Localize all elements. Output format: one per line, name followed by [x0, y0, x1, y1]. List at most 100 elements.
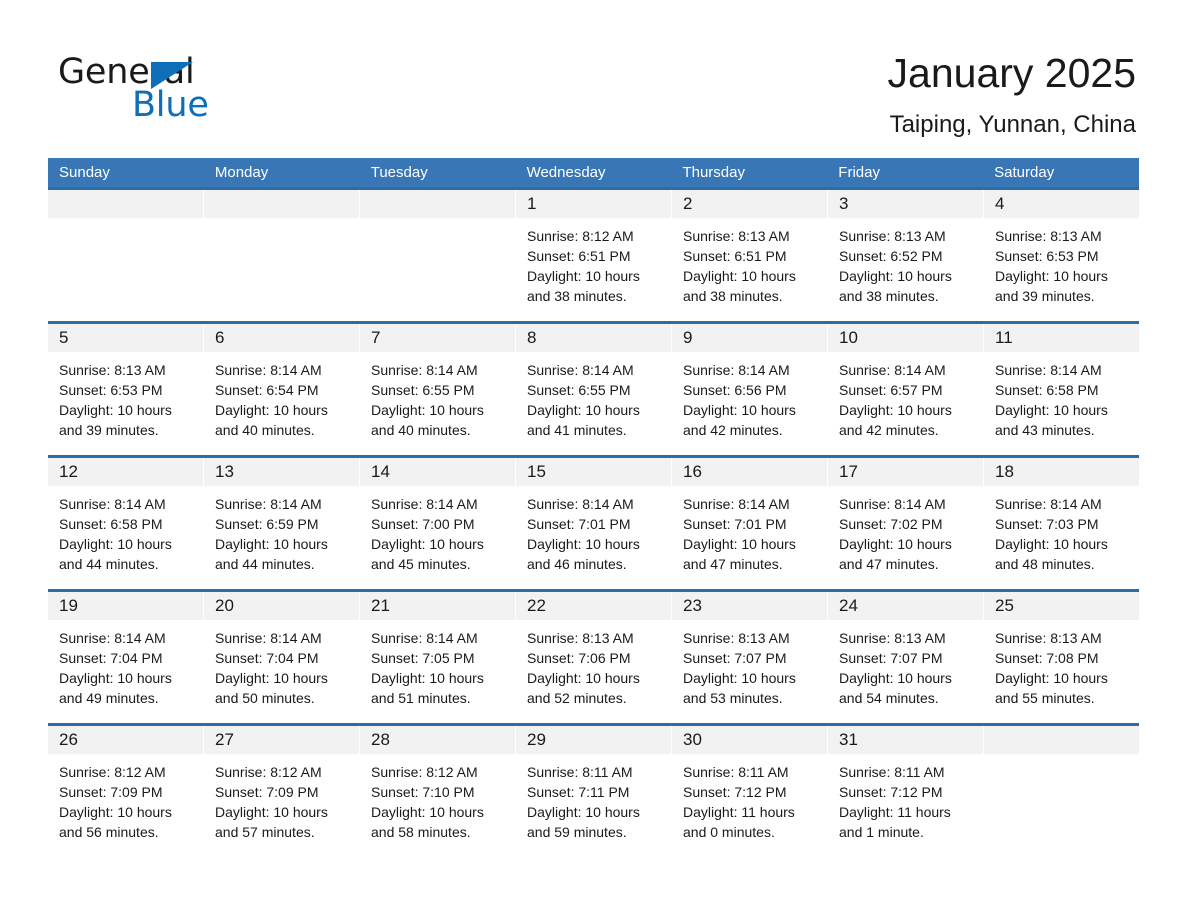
- day-cell-empty: [48, 190, 204, 319]
- day-cell[interactable]: 1 Sunrise: 8:12 AM Sunset: 6:51 PM Daylight…: [516, 190, 672, 319]
- day-cell[interactable]: 6 Sunrise: 8:14 AM Sunset: 6:54 PM Daylight…: [204, 324, 360, 453]
- day-info-line: Daylight: 10 hours: [527, 268, 640, 284]
- day-info: Sunrise: 8:12 AM Sunset: 6:51 PM Daylight:…: [516, 218, 671, 306]
- day-cell[interactable]: 27 Sunrise: 8:12 AM Sunset: 7:09 PM Dayligh…: [204, 726, 360, 855]
- day-cell[interactable]: 14 Sunrise: 8:14 AM Sunset: 7:00 PM Dayligh…: [360, 458, 516, 587]
- day-cell-empty: [360, 190, 516, 319]
- day-info-line: Sunset: 7:11 PM: [527, 784, 630, 800]
- day-number: 12: [59, 462, 78, 481]
- day-info-line: Daylight: 10 hours: [839, 268, 952, 284]
- day-cell[interactable]: 19 Sunrise: 8:14 AM Sunset: 7:04 PM Dayligh…: [48, 592, 204, 721]
- day-info-line: Daylight: 10 hours: [215, 536, 328, 552]
- day-info-line: Sunrise: 8:13 AM: [995, 228, 1102, 244]
- day-cell[interactable]: 22 Sunrise: 8:13 AM Sunset: 7:06 PM Dayligh…: [516, 592, 672, 721]
- day-cell[interactable]: 9 Sunrise: 8:14 AM Sunset: 6:56 PM Daylight…: [672, 324, 828, 453]
- day-info-line: and 50 minutes.: [215, 690, 315, 706]
- day-info-line: and 46 minutes.: [527, 556, 627, 572]
- day-cell[interactable]: 26 Sunrise: 8:12 AM Sunset: 7:09 PM Dayligh…: [48, 726, 204, 855]
- day-info: Sunrise: 8:13 AM Sunset: 6:53 PM Daylight:…: [984, 218, 1139, 306]
- day-info-line: and 45 minutes.: [371, 556, 471, 572]
- day-cell[interactable]: 3 Sunrise: 8:13 AM Sunset: 6:52 PM Daylight…: [828, 190, 984, 319]
- day-info-line: and 52 minutes.: [527, 690, 627, 706]
- day-cell[interactable]: 7 Sunrise: 8:14 AM Sunset: 6:55 PM Daylight…: [360, 324, 516, 453]
- day-cell[interactable]: 5 Sunrise: 8:13 AM Sunset: 6:53 PM Daylight…: [48, 324, 204, 453]
- day-number: 17: [839, 462, 858, 481]
- day-cell[interactable]: 31 Sunrise: 8:11 AM Sunset: 7:12 PM Dayligh…: [828, 726, 984, 855]
- day-cell[interactable]: 15 Sunrise: 8:14 AM Sunset: 7:01 PM Dayligh…: [516, 458, 672, 587]
- day-number-band: 30: [672, 726, 827, 754]
- day-cell[interactable]: 28 Sunrise: 8:12 AM Sunset: 7:10 PM Dayligh…: [360, 726, 516, 855]
- day-number: 20: [215, 596, 234, 615]
- day-cell[interactable]: 13 Sunrise: 8:14 AM Sunset: 6:59 PM Dayligh…: [204, 458, 360, 587]
- page-title: January 2025: [887, 50, 1136, 96]
- day-info-line: Sunset: 7:06 PM: [527, 650, 631, 666]
- day-info-line: Sunrise: 8:14 AM: [59, 496, 166, 512]
- day-info: Sunrise: 8:13 AM Sunset: 7:07 PM Daylight:…: [672, 620, 827, 708]
- day-info-line: Sunrise: 8:14 AM: [839, 362, 946, 378]
- calendar-page: General Blue January 2025 Taiping, Yunna…: [0, 0, 1188, 918]
- day-number-band: 20: [204, 592, 359, 620]
- day-cell[interactable]: 20 Sunrise: 8:14 AM Sunset: 7:04 PM Dayligh…: [204, 592, 360, 721]
- day-number-band: 4: [984, 190, 1139, 218]
- day-info-line: Daylight: 10 hours: [371, 402, 484, 418]
- day-cell[interactable]: 8 Sunrise: 8:14 AM Sunset: 6:55 PM Daylight…: [516, 324, 672, 453]
- day-info: Sunrise: 8:14 AM Sunset: 6:58 PM Daylight:…: [48, 486, 203, 574]
- day-cell[interactable]: 10 Sunrise: 8:14 AM Sunset: 6:57 PM Dayligh…: [828, 324, 984, 453]
- day-info: Sunrise: 8:14 AM Sunset: 6:57 PM Daylight:…: [828, 352, 983, 440]
- day-cell[interactable]: 25 Sunrise: 8:13 AM Sunset: 7:08 PM Dayligh…: [984, 592, 1139, 721]
- day-info: Sunrise: 8:13 AM Sunset: 7:06 PM Daylight:…: [516, 620, 671, 708]
- day-info: Sunrise: 8:14 AM Sunset: 7:02 PM Daylight:…: [828, 486, 983, 574]
- calendar-week-row: 1 Sunrise: 8:12 AM Sunset: 6:51 PM Daylight…: [48, 187, 1139, 319]
- day-cell[interactable]: 2 Sunrise: 8:13 AM Sunset: 6:51 PM Daylight…: [672, 190, 828, 319]
- day-info-line: and 57 minutes.: [215, 824, 315, 840]
- day-info-line: Daylight: 10 hours: [527, 804, 640, 820]
- day-info-line: and 41 minutes.: [527, 422, 627, 438]
- day-info-line: Daylight: 11 hours: [839, 804, 951, 820]
- weekday-header-monday: Monday: [214, 164, 269, 181]
- title-block: January 2025 Taiping, Yunnan, China: [888, 48, 1136, 139]
- general-blue-logo[interactable]: General Blue: [58, 52, 358, 126]
- day-cell[interactable]: 16 Sunrise: 8:14 AM Sunset: 7:01 PM Dayligh…: [672, 458, 828, 587]
- day-info: Sunrise: 8:14 AM Sunset: 7:01 PM Daylight:…: [516, 486, 671, 574]
- day-info-line: Sunrise: 8:13 AM: [527, 630, 634, 646]
- day-info-line: Sunset: 6:54 PM: [215, 382, 319, 398]
- day-info-line: and 47 minutes.: [839, 556, 939, 572]
- weekday-header-tuesday: Tuesday: [370, 164, 428, 181]
- day-number-band: 28: [360, 726, 515, 754]
- day-info-line: Daylight: 10 hours: [371, 804, 484, 820]
- day-cell[interactable]: 17 Sunrise: 8:14 AM Sunset: 7:02 PM Dayligh…: [828, 458, 984, 587]
- day-info-line: and 0 minutes.: [683, 824, 775, 840]
- day-number-band: 24: [828, 592, 983, 620]
- day-cell[interactable]: 21 Sunrise: 8:14 AM Sunset: 7:05 PM Dayligh…: [360, 592, 516, 721]
- day-info-line: and 39 minutes.: [59, 422, 159, 438]
- day-info-line: and 56 minutes.: [59, 824, 159, 840]
- day-info: Sunrise: 8:14 AM Sunset: 7:01 PM Daylight:…: [672, 486, 827, 574]
- day-cell[interactable]: 24 Sunrise: 8:13 AM Sunset: 7:07 PM Dayligh…: [828, 592, 984, 721]
- day-number: 24: [839, 596, 858, 615]
- day-info-line: Daylight: 10 hours: [59, 536, 172, 552]
- day-info-line: Sunrise: 8:14 AM: [371, 362, 478, 378]
- day-info-line: Daylight: 10 hours: [215, 670, 328, 686]
- day-number: 22: [527, 596, 546, 615]
- day-cell[interactable]: 30 Sunrise: 8:11 AM Sunset: 7:12 PM Dayligh…: [672, 726, 828, 855]
- day-info-line: Sunset: 6:53 PM: [995, 248, 1099, 264]
- day-cell[interactable]: 18 Sunrise: 8:14 AM Sunset: 7:03 PM Dayligh…: [984, 458, 1139, 587]
- day-info: Sunrise: 8:11 AM Sunset: 7:11 PM Daylight:…: [516, 754, 671, 842]
- day-cell[interactable]: 29 Sunrise: 8:11 AM Sunset: 7:11 PM Dayligh…: [516, 726, 672, 855]
- day-number-band: 14: [360, 458, 515, 486]
- day-cell[interactable]: 4 Sunrise: 8:13 AM Sunset: 6:53 PM Daylight…: [984, 190, 1139, 319]
- day-info-line: Sunrise: 8:12 AM: [59, 764, 166, 780]
- day-info: Sunrise: 8:11 AM Sunset: 7:12 PM Daylight:…: [828, 754, 983, 842]
- day-cell[interactable]: 23 Sunrise: 8:13 AM Sunset: 7:07 PM Dayligh…: [672, 592, 828, 721]
- day-info-line: Sunset: 7:01 PM: [683, 516, 787, 532]
- day-info-line: Sunrise: 8:14 AM: [995, 362, 1102, 378]
- day-number-band: 15: [516, 458, 671, 486]
- day-info-line: Sunrise: 8:14 AM: [995, 496, 1102, 512]
- day-info-line: and 1 minute.: [839, 824, 924, 840]
- day-info-line: Sunset: 7:09 PM: [59, 784, 163, 800]
- day-cell[interactable]: 12 Sunrise: 8:14 AM Sunset: 6:58 PM Dayligh…: [48, 458, 204, 587]
- day-cell[interactable]: 11 Sunrise: 8:14 AM Sunset: 6:58 PM Dayligh…: [984, 324, 1139, 453]
- day-info-line: Sunrise: 8:13 AM: [59, 362, 166, 378]
- day-number-band: [360, 190, 515, 218]
- day-info-line: Sunrise: 8:13 AM: [995, 630, 1102, 646]
